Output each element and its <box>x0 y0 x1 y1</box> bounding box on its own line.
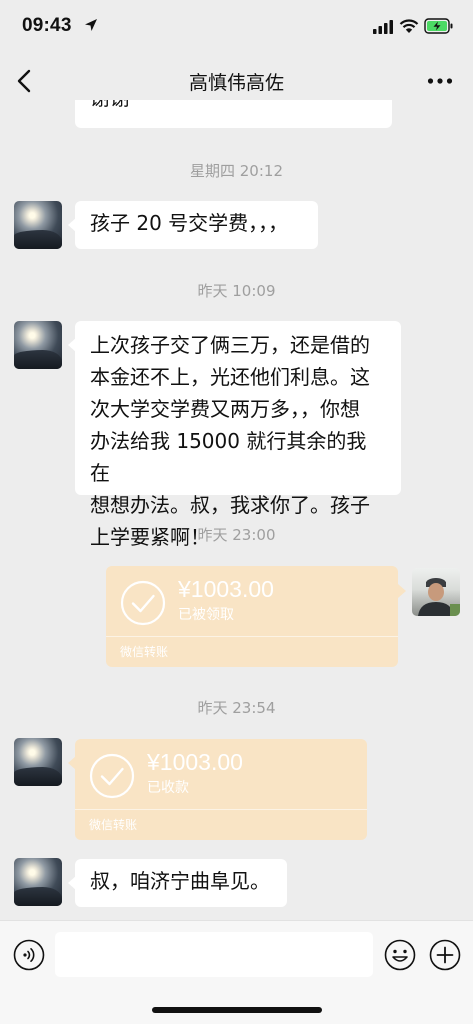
check-circle-icon <box>89 753 135 799</box>
voice-input-icon[interactable] <box>13 939 45 971</box>
message-input[interactable] <box>55 932 373 977</box>
message-list[interactable]: 谢谢 星期四 20:12 孩子 20 号交学费，，， 昨天 10:09 上次孩子… <box>0 100 473 920</box>
transfer-divider <box>106 636 398 637</box>
message-text: 孩子 20 号交学费，，， <box>90 211 289 235</box>
bubble-tail <box>398 584 406 598</box>
message-line: 本金还不上，光还他们利息。这 <box>90 365 370 389</box>
message-timestamp: 昨天 23:54 <box>197 699 276 717</box>
message-timestamp: 昨天 23:00 <box>197 526 276 544</box>
wifi-icon <box>399 19 419 33</box>
battery-charging-icon <box>424 18 453 34</box>
plus-icon[interactable] <box>429 939 461 971</box>
location-arrow-icon <box>85 19 97 31</box>
transfer-card-outgoing[interactable]: ¥1003.00 已被领取 微信转账 <box>106 566 398 667</box>
transfer-amount: ¥1003.00 <box>147 749 243 775</box>
chat-header: 高慎伟高佐 <box>0 56 473 106</box>
self-avatar[interactable] <box>412 568 460 616</box>
cellular-signal-icon <box>373 20 393 34</box>
message-line: 次大学交学费又两万多，，你想 <box>90 397 360 421</box>
message-line: 办法给我 15000 就行其余的我在 <box>90 429 367 485</box>
transfer-divider <box>75 809 367 810</box>
contact-avatar[interactable] <box>14 858 62 906</box>
message-timestamp: 星期四 20:12 <box>190 162 283 180</box>
transfer-status: 已收款 <box>147 780 189 796</box>
transfer-status: 已被领取 <box>178 607 234 623</box>
transfer-label: 微信转账 <box>120 645 169 659</box>
message-bubble-incoming[interactable]: 孩子 20 号交学费，，， <box>68 201 318 249</box>
chat-title: 高慎伟高佐 <box>188 72 284 94</box>
contact-avatar[interactable] <box>14 201 62 249</box>
message-timestamp: 昨天 10:09 <box>197 282 276 300</box>
more-options-icon[interactable] <box>427 76 453 86</box>
message-bubble-partial[interactable]: 谢谢 <box>75 100 392 128</box>
transfer-amount: ¥1003.00 <box>178 576 274 602</box>
message-text: 叔，咱济宁曲阜见。 <box>90 869 270 893</box>
message-bubble-incoming[interactable]: 叔，咱济宁曲阜见。 <box>68 859 287 907</box>
message-text: 谢谢 <box>90 100 130 110</box>
transfer-card-incoming[interactable]: ¥1003.00 已收款 微信转账 <box>68 739 367 840</box>
avatar-person-icon <box>418 578 460 616</box>
contact-avatar[interactable] <box>14 738 62 786</box>
status-time: 09:43 <box>22 15 72 36</box>
status-bar: 09:43 <box>0 0 473 56</box>
home-indicator[interactable] <box>152 1007 322 1013</box>
message-line: 上次孩子交了俩三万，还是借的 <box>90 333 370 357</box>
message-bubble-incoming[interactable]: 上次孩子交了俩三万，还是借的 本金还不上，光还他们利息。这 次大学交学费又两万多… <box>68 321 401 549</box>
emoji-icon[interactable] <box>384 939 416 971</box>
transfer-label: 微信转账 <box>89 818 138 832</box>
contact-avatar[interactable] <box>14 321 62 369</box>
message-line: 想想办法。叔，我求你了。孩子 <box>90 493 370 517</box>
check-circle-icon <box>120 580 166 626</box>
